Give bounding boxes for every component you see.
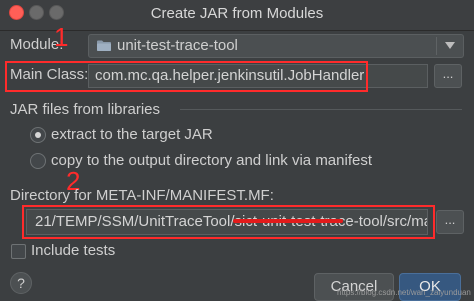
help-button[interactable]: ?: [10, 272, 32, 294]
annotation-number-1: 1: [54, 22, 69, 52]
manifest-directory-label: Directory for META-INF/MANIFEST.MF:: [10, 187, 274, 204]
main-class-browse-button[interactable]: ...: [434, 64, 462, 88]
option-copy-label: copy to the output directory and link vi…: [51, 152, 373, 169]
radio-selected-dot: [35, 132, 41, 138]
radio-extract[interactable]: [30, 127, 46, 143]
watermark: https://blog.csdn.net/wan_zaiyunduan: [337, 288, 471, 297]
combo-divider: [436, 37, 437, 55]
option-extract-label: extract to the target JAR: [51, 126, 213, 143]
title-bar: Create JAR from Modules: [0, 0, 474, 31]
include-tests-checkbox[interactable]: [11, 244, 26, 259]
annotation-box-2: [22, 205, 435, 239]
include-tests-label: Include tests: [31, 242, 116, 259]
chevron-down-icon: [445, 42, 455, 49]
jar-files-section-label: JAR files from libraries: [10, 101, 161, 118]
section-divider: [180, 109, 462, 110]
radio-copy-link[interactable]: [30, 153, 46, 169]
module-select[interactable]: unit-test-trace-tool: [88, 34, 464, 58]
module-value: unit-test-trace-tool: [117, 37, 238, 54]
annotation-box-1: [5, 61, 368, 92]
window-title: Create JAR from Modules: [150, 5, 324, 22]
manifest-browse-button[interactable]: ...: [436, 210, 464, 234]
folder-icon: [97, 40, 111, 51]
